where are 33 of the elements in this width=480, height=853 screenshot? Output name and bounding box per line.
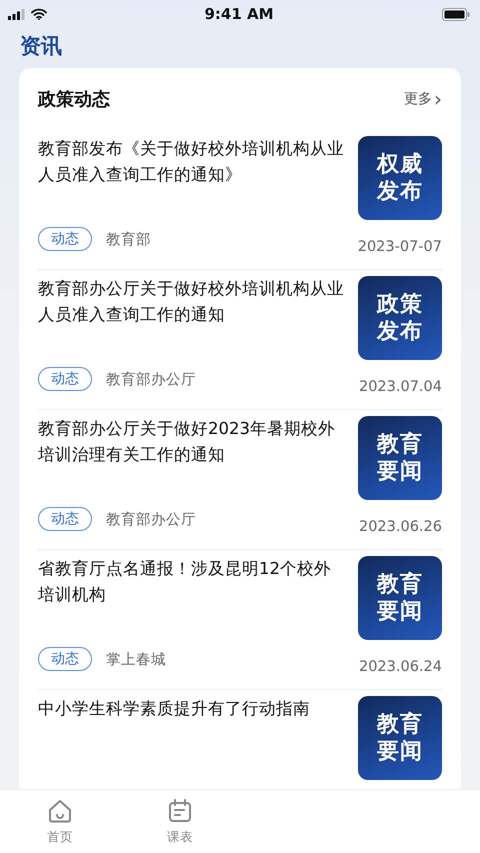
more-link[interactable]: 更多›	[404, 90, 442, 108]
news-date: 2023-07-07	[358, 239, 442, 257]
news-title[interactable]: 教育部发布《关于做好校外培训机构从业人员准入查询工作的通知》	[38, 136, 346, 188]
wifi-icon	[31, 8, 47, 20]
news-date: 2023.07.04	[358, 379, 442, 397]
news-source: 教育部办公厅	[106, 510, 196, 528]
news-thumbnail[interactable]: 教育要闻	[358, 556, 442, 640]
signal-icon	[8, 8, 25, 20]
home-icon	[47, 798, 73, 824]
news-source: 教育部	[106, 230, 151, 248]
news-title[interactable]: 教育部办公厅关于做好校外培训机构从业人员准入查询工作的通知	[38, 276, 346, 328]
news-date: 2023.06.26	[358, 519, 442, 537]
news-thumbnail[interactable]: 教育要闻	[358, 696, 442, 780]
calendar-icon	[167, 798, 193, 824]
category-tag: 动态	[38, 507, 92, 531]
news-title[interactable]: 中小学生科学素质提升有了行动指南	[38, 696, 346, 722]
news-title[interactable]: 省教育厅点名通报！涉及昆明12个校外培训机构	[38, 556, 346, 608]
section-title: 政策动态	[38, 88, 110, 111]
category-tag: 动态	[38, 227, 92, 251]
battery-icon	[442, 8, 470, 20]
news-source: 教育部办公厅	[106, 370, 196, 388]
news-thumbnail[interactable]: 政策发布	[358, 276, 442, 360]
news-thumbnail[interactable]: 权威发布	[358, 136, 442, 220]
news-thumbnail[interactable]: 教育要闻	[358, 416, 442, 500]
tab-item[interactable]: 首页	[0, 790, 120, 853]
status-time: 9:41 AM	[204, 5, 274, 23]
news-source: 掌上春城	[106, 650, 166, 668]
tab-item[interactable]: 课表	[120, 790, 240, 853]
news-date: 2023.06.24	[358, 659, 442, 677]
news-title[interactable]: 教育部办公厅关于做好2023年暑期校外培训治理有关工作的通知	[38, 416, 346, 468]
category-tag: 动态	[38, 647, 92, 671]
page-title: 资讯	[20, 33, 63, 60]
category-tag: 动态	[38, 367, 92, 391]
